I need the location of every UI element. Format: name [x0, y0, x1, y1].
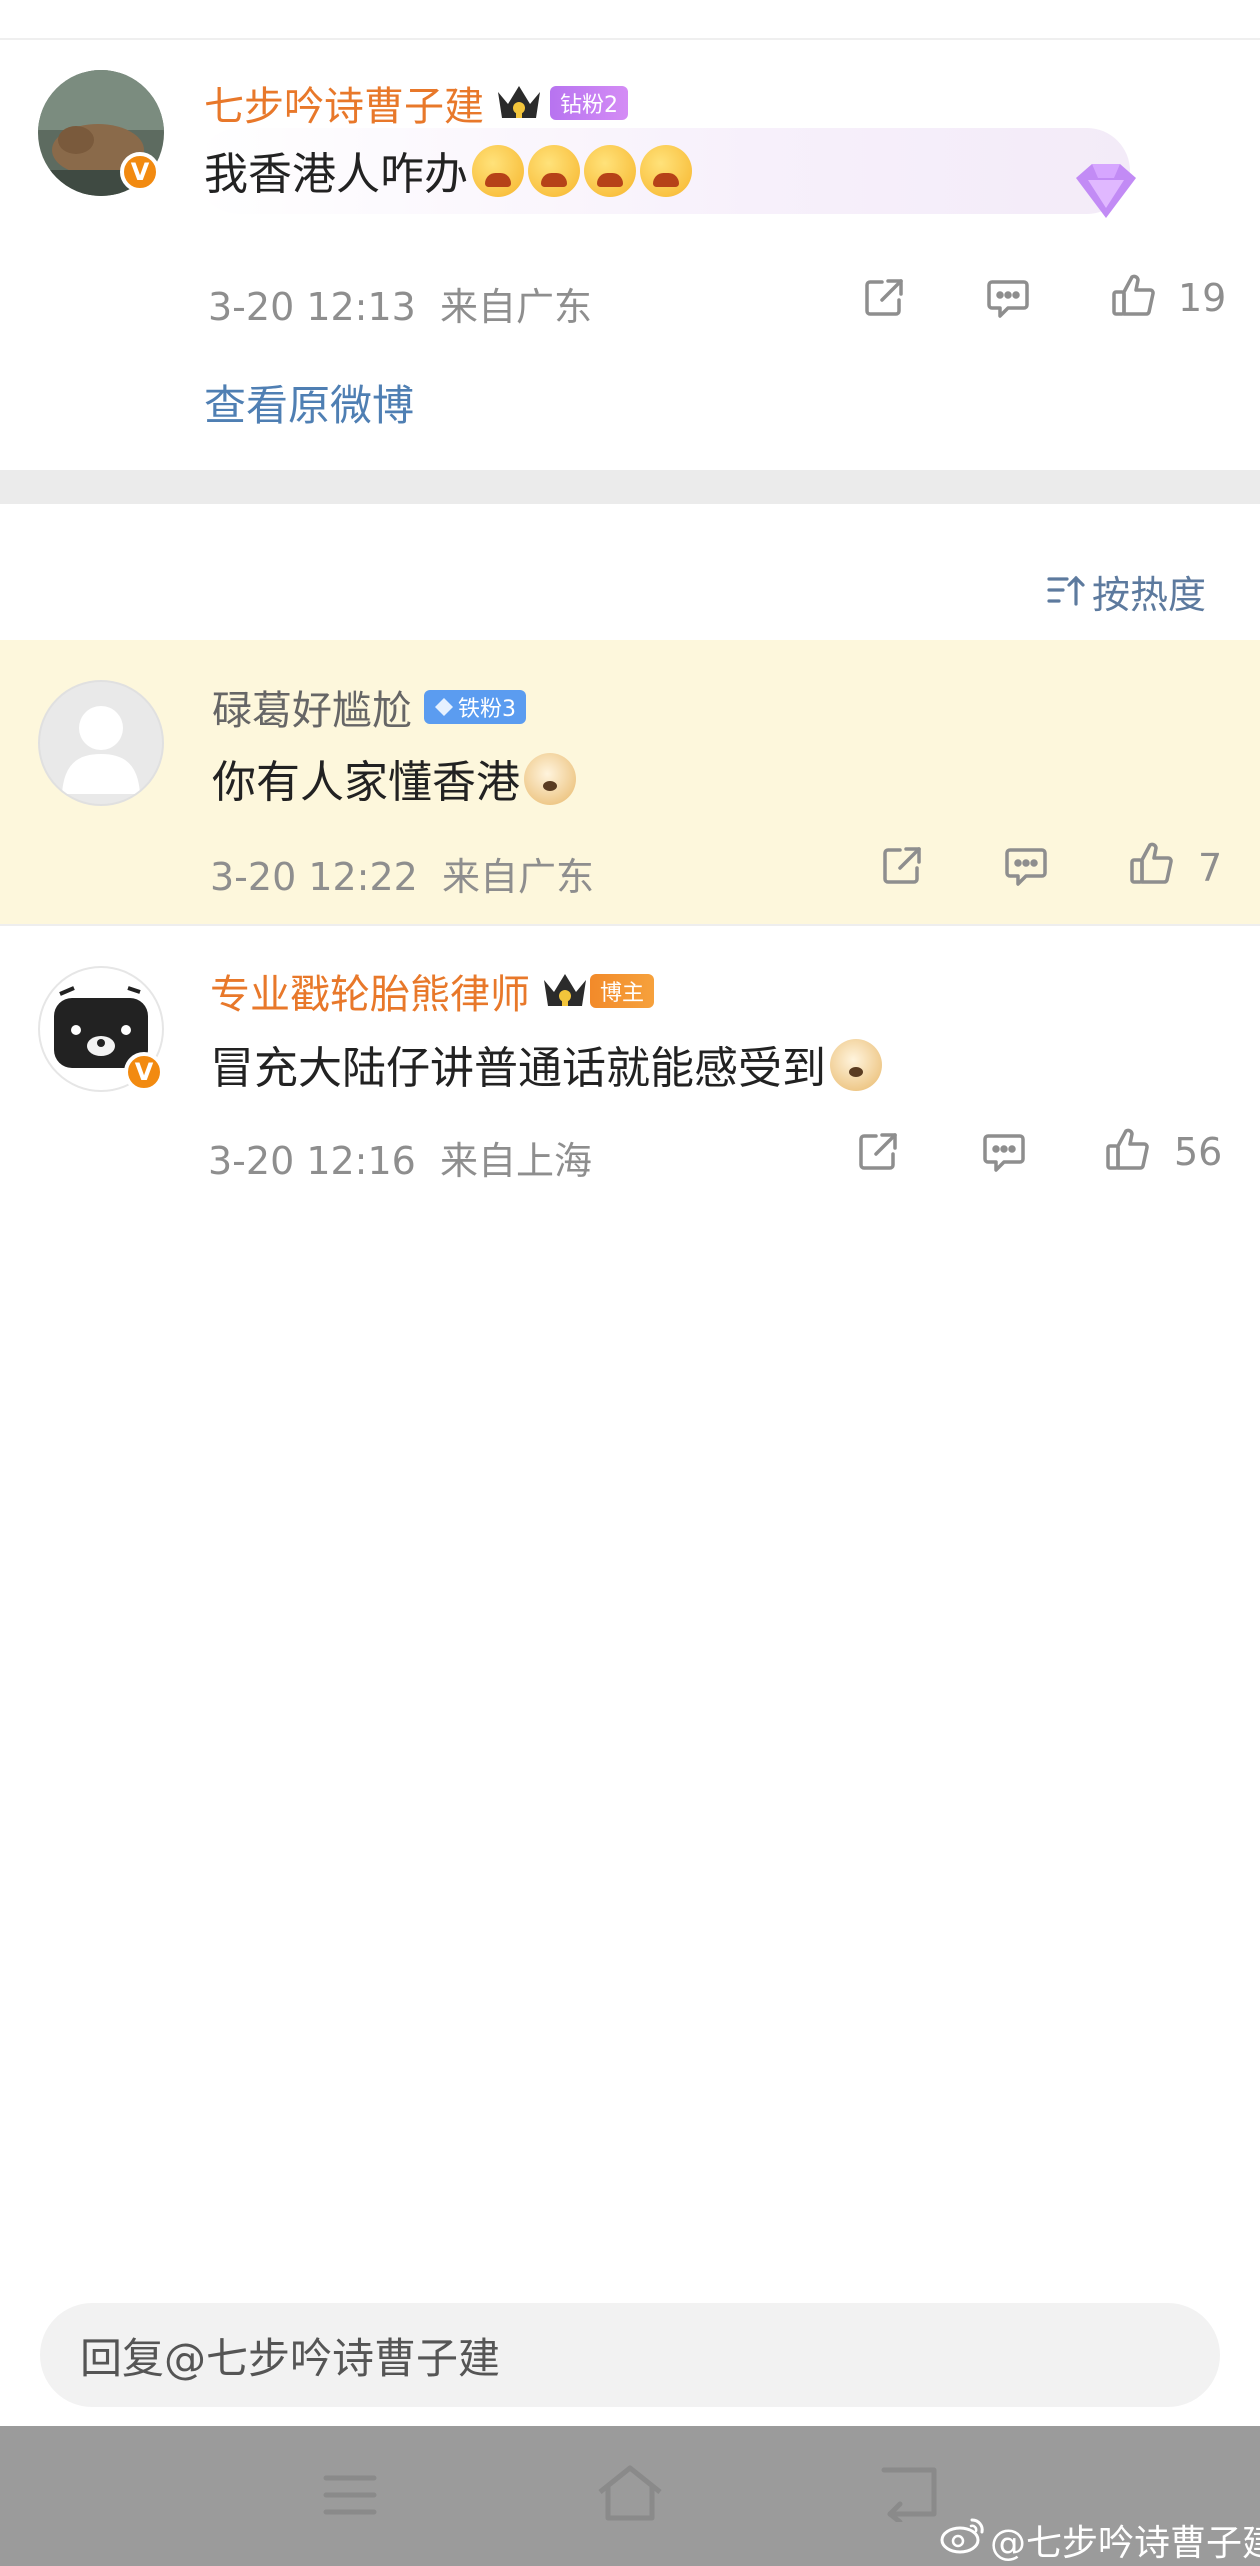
angry-emoji-icon: [472, 145, 524, 197]
comment-text-content: 你有人家懂香港: [212, 757, 520, 808]
menu-nav-icon[interactable]: [322, 2470, 378, 2524]
comment-author-row: 专业戳轮胎熊律师 博主: [210, 962, 655, 1020]
crown-icon: [540, 968, 590, 1014]
comment-text: 你有人家懂香港: [212, 746, 576, 810]
post-text: 我香港人咋办: [204, 138, 692, 202]
view-original-link[interactable]: 查看原微博: [204, 372, 414, 433]
comment-meta: 3-20 12:22 来自广东: [210, 846, 594, 901]
comment-icon[interactable]: [984, 274, 1032, 322]
like-count: 7: [1198, 846, 1223, 890]
author-row: 七步吟诗曹子建 钻粉2: [204, 74, 628, 132]
back-nav-icon[interactable]: [876, 2462, 944, 2526]
like-icon[interactable]: [1128, 840, 1176, 888]
comment-icon[interactable]: [1002, 842, 1050, 890]
like-icon[interactable]: [1104, 1126, 1152, 1174]
top-divider: [0, 38, 1260, 40]
share-icon[interactable]: [860, 274, 908, 322]
fan-badge: 钻粉2: [550, 86, 628, 120]
comment-meta: 3-20 12:16 来自上海: [208, 1130, 592, 1185]
default-avatar-icon: [62, 706, 140, 794]
comment-author-name[interactable]: 碌葛好尴尬: [212, 678, 412, 736]
like-count: 56: [1174, 1130, 1223, 1174]
comment-divider: [0, 924, 1260, 926]
sort-icon: [1046, 570, 1086, 614]
comment-author-row: 碌葛好尴尬 铁粉3: [212, 678, 526, 736]
comment-timestamp: 3-20 12:22: [210, 855, 418, 899]
fan-badge: 博主: [590, 974, 655, 1008]
doge-emoji-icon: [524, 753, 576, 805]
post-meta: 3-20 12:13 来自广东: [208, 276, 592, 331]
comment-location: 来自上海: [440, 1139, 593, 1183]
post-timestamp: 3-20 12:13: [208, 285, 416, 329]
comment-timestamp: 3-20 12:16: [208, 1139, 416, 1183]
avatar[interactable]: [38, 680, 164, 806]
verified-badge-icon: V: [124, 1052, 164, 1092]
comment-text: 冒充大陆仔讲普通话就能感受到: [210, 1032, 882, 1096]
post-text-content: 我香港人咋办: [204, 149, 468, 200]
crown-icon: [494, 80, 544, 126]
like-count: 19: [1178, 276, 1227, 320]
share-icon[interactable]: [878, 842, 926, 890]
home-nav-icon[interactable]: [596, 2462, 664, 2526]
reply-input[interactable]: 回复@七步吟诗曹子建: [40, 2303, 1220, 2407]
sort-toggle[interactable]: 按热度: [1046, 564, 1206, 619]
doge-emoji-icon: [830, 1039, 882, 1091]
reply-placeholder: 回复@七步吟诗曹子建: [80, 2333, 501, 2383]
angry-emoji-icon: [584, 145, 636, 197]
watermark: @七步吟诗曹子建: [990, 2523, 1260, 2564]
post-location: 来自广东: [440, 285, 593, 329]
author-name[interactable]: 七步吟诗曹子建: [204, 74, 484, 132]
share-icon[interactable]: [854, 1128, 902, 1176]
comment-item: [0, 640, 1260, 924]
sort-label: 按热度: [1092, 573, 1207, 617]
diamond-icon: [435, 698, 453, 716]
comment-author-name[interactable]: 专业戳轮胎熊律师: [210, 962, 530, 1020]
verified-badge-icon: V: [120, 152, 160, 192]
weibo-logo-icon: [940, 2516, 986, 2558]
fan-badge: 铁粉3: [424, 690, 526, 724]
comment-location: 来自广东: [442, 855, 595, 899]
section-divider: [0, 470, 1260, 504]
comment-text-content: 冒充大陆仔讲普通话就能感受到: [210, 1043, 826, 1094]
diamond-decoration-icon: [1064, 160, 1148, 232]
comment-icon[interactable]: [980, 1128, 1028, 1176]
like-icon[interactable]: [1110, 272, 1158, 320]
angry-emoji-icon: [640, 145, 692, 197]
angry-emoji-icon: [528, 145, 580, 197]
